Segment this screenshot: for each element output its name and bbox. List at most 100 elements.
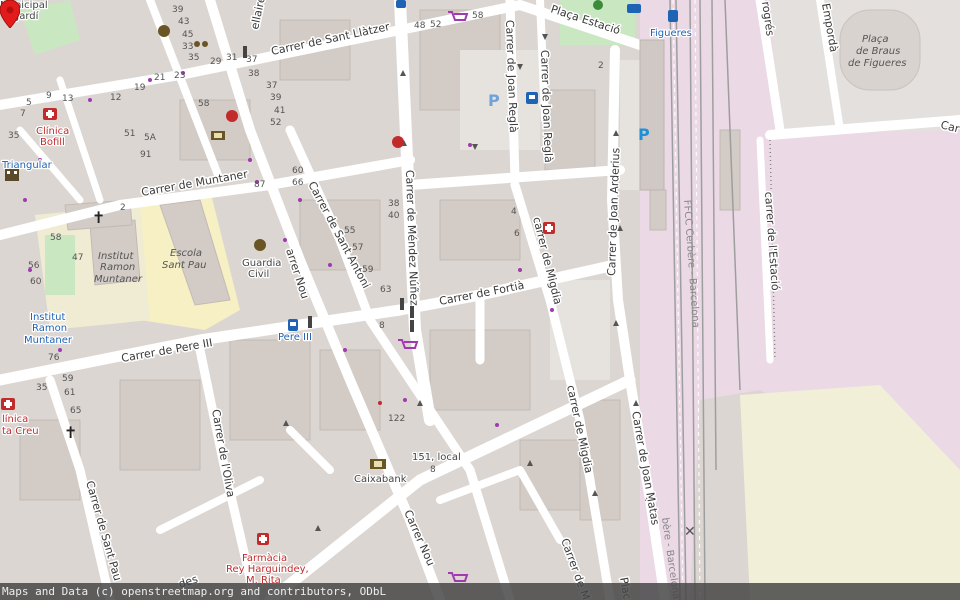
police-icon[interactable] bbox=[254, 239, 266, 251]
pharmacy-icon[interactable] bbox=[257, 533, 269, 545]
hospital-icon[interactable] bbox=[43, 108, 57, 120]
house-number: 39 bbox=[270, 93, 282, 103]
house-number: 58 bbox=[198, 99, 210, 109]
parking-icon[interactable]: P bbox=[488, 91, 500, 110]
map-view[interactable]: Carrer de Sant Llàtzer Carrer de Muntane… bbox=[0, 0, 960, 600]
house-number: 65 bbox=[70, 406, 81, 416]
map-attribution: Maps and Data (c) openstreetmap.org and … bbox=[0, 583, 960, 600]
house-number: 23 bbox=[174, 71, 185, 81]
house-number: 61 bbox=[64, 388, 75, 398]
house-number: 87 bbox=[254, 180, 265, 190]
area-label-institut-3: Muntaner bbox=[94, 274, 143, 285]
house-number: 35 bbox=[36, 383, 47, 393]
house-number: 58 bbox=[472, 11, 484, 21]
house-number: 45 bbox=[182, 30, 193, 40]
bus-stop-icon[interactable] bbox=[526, 92, 538, 104]
area-label-institut: Institut bbox=[98, 251, 134, 262]
bus-stop-icon[interactable] bbox=[288, 319, 298, 331]
area-label-placa-braus: Plaça bbox=[862, 34, 889, 45]
poi-label-pere-iii-stop: Pere III bbox=[278, 332, 312, 343]
poi-label-clinica-bofill-2: Bofill bbox=[40, 137, 65, 148]
church-icon[interactable]: ✝ bbox=[92, 208, 105, 227]
house-number: 76 bbox=[48, 353, 60, 363]
pharmacy-icon[interactable] bbox=[543, 222, 555, 234]
poi-label-institut-3: Muntaner bbox=[24, 335, 73, 346]
poi-label-clinica-bofill: Clínica bbox=[36, 125, 69, 137]
house-number: 13 bbox=[62, 94, 73, 104]
house-number: 52 bbox=[270, 118, 281, 128]
house-number: 33 bbox=[182, 42, 193, 52]
house-number: 35 bbox=[188, 53, 199, 63]
house-number: 58 bbox=[50, 233, 62, 243]
house-number: 52 bbox=[430, 20, 441, 30]
bus-stop-icon[interactable] bbox=[396, 0, 406, 8]
house-number: 2 bbox=[598, 61, 604, 71]
cinema-icon[interactable] bbox=[5, 169, 19, 181]
church-icon[interactable]: ✝ bbox=[64, 423, 77, 442]
house-number: 4 bbox=[511, 207, 517, 217]
community-icon[interactable] bbox=[158, 25, 170, 37]
area-label-escola: Escola bbox=[170, 248, 202, 259]
house-number: 56 bbox=[28, 261, 40, 271]
poi-label-farmacia-2: Rey Harguindey, bbox=[226, 564, 309, 575]
area-label-institut-2: Ramon bbox=[100, 262, 135, 273]
house-number: 60 bbox=[292, 166, 304, 176]
house-number: 38 bbox=[248, 69, 260, 79]
house-number: 9 bbox=[46, 91, 52, 101]
house-number: 8 bbox=[430, 465, 436, 475]
area-label-escola-2: Sant Pau bbox=[162, 260, 206, 271]
area-label-placa-braus-2: de Braus bbox=[856, 46, 900, 57]
bank-icon[interactable] bbox=[370, 459, 386, 469]
house-number: 19 bbox=[134, 83, 146, 93]
house-number: 29 bbox=[210, 57, 222, 67]
dentist-icon[interactable] bbox=[226, 110, 238, 122]
house-number: 39 bbox=[172, 5, 184, 15]
house-number: 59 bbox=[62, 374, 74, 384]
poi-dot bbox=[378, 401, 382, 405]
house-number: 48 bbox=[414, 21, 426, 31]
house-number: 7 bbox=[20, 109, 26, 119]
dentist-icon[interactable] bbox=[392, 136, 404, 148]
poi-label-local: 151, local bbox=[412, 452, 461, 463]
area-label-placa-braus-3: de Figueres bbox=[848, 58, 907, 69]
house-number: 60 bbox=[30, 277, 42, 287]
crossing-icon[interactable]: ✕ bbox=[684, 524, 696, 540]
house-number: 37 bbox=[246, 55, 257, 65]
poi-label-clinica-creu: línica bbox=[2, 413, 28, 425]
house-number: 12 bbox=[110, 93, 121, 103]
house-number: 2 bbox=[120, 203, 126, 213]
map-canvas[interactable]: Carrer de Sant Llàtzer Carrer de Muntane… bbox=[0, 0, 960, 600]
poi-label-guardia: Guardia bbox=[242, 258, 281, 269]
house-number: 6 bbox=[514, 229, 520, 239]
house-number: 63 bbox=[380, 285, 391, 295]
poi-label-guardia-2: Civil bbox=[248, 269, 269, 280]
house-number: 37 bbox=[266, 81, 277, 91]
house-number: 21 bbox=[154, 73, 165, 83]
house-number: 55 bbox=[344, 226, 355, 236]
taxi-icon[interactable] bbox=[627, 4, 641, 13]
tree-icon bbox=[593, 0, 603, 10]
house-number: 57 bbox=[352, 243, 363, 253]
house-number: 43 bbox=[178, 17, 189, 27]
location-marker-icon[interactable] bbox=[0, 0, 20, 28]
house-number: 59 bbox=[362, 265, 374, 275]
poi-label-institut: Institut bbox=[30, 312, 65, 323]
house-number: 5 bbox=[26, 98, 32, 108]
house-number: 5A bbox=[144, 133, 157, 143]
house-number: 40 bbox=[388, 211, 400, 221]
poi-label-farmacia: Farmàcia bbox=[242, 552, 287, 564]
bank-icon[interactable] bbox=[211, 131, 225, 140]
hospital-icon[interactable] bbox=[1, 398, 15, 410]
house-number: 35 bbox=[8, 131, 19, 141]
house-number: 8 bbox=[379, 321, 385, 331]
house-number: 122 bbox=[388, 414, 405, 424]
poi-label-caixabank: Caixabank bbox=[354, 474, 407, 485]
parking-icon[interactable]: P bbox=[638, 125, 650, 144]
poi-label-institut-2: Ramon bbox=[32, 323, 67, 334]
station-building bbox=[639, 39, 665, 191]
house-number: 31 bbox=[226, 53, 237, 63]
train-icon[interactable] bbox=[668, 10, 678, 22]
poi-label-figueres-station: Figueres bbox=[650, 28, 692, 39]
school-green bbox=[45, 235, 75, 295]
house-number: 91 bbox=[140, 150, 151, 160]
